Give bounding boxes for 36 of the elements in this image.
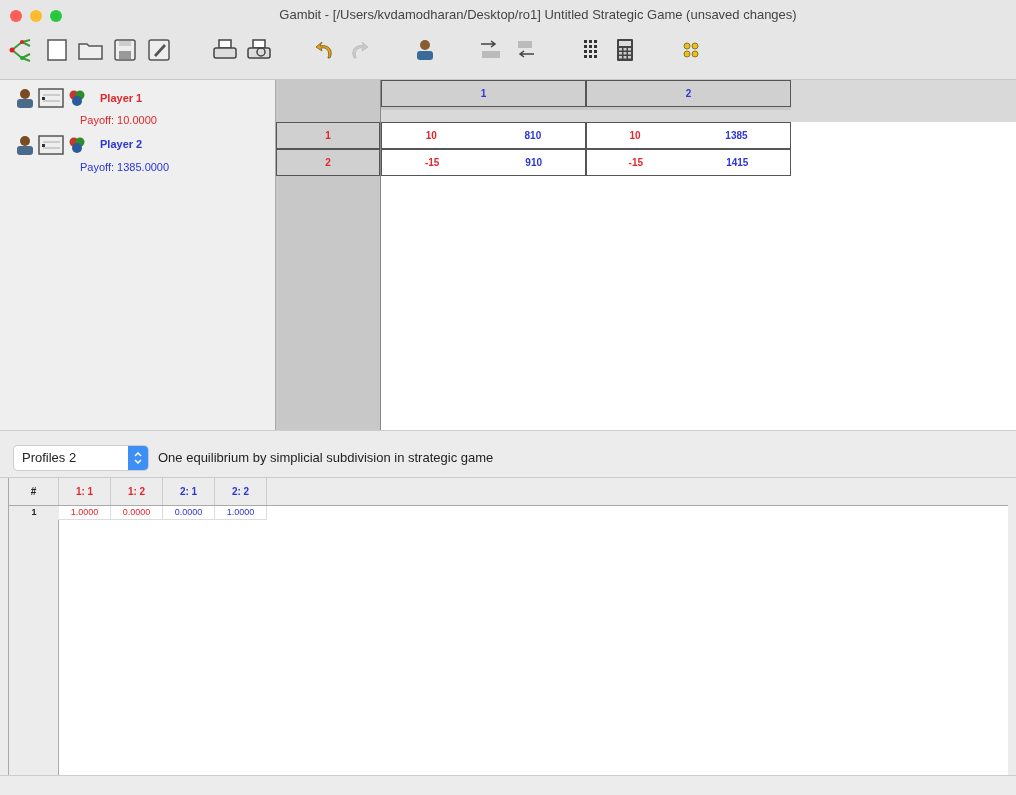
players-icon[interactable] — [68, 135, 86, 154]
player-name[interactable]: Player 1 — [100, 89, 143, 107]
row-strategy-header[interactable]: 1 — [276, 122, 380, 149]
row-number: 1 — [9, 506, 59, 520]
column-header[interactable]: 2: 1 — [163, 478, 215, 505]
column-header[interactable]: # — [9, 478, 59, 505]
row-strategy-header[interactable]: 2 — [276, 149, 380, 176]
table-cell: 0.0000 — [163, 506, 215, 520]
column-strategy-header[interactable]: 1 — [381, 80, 586, 107]
payoff-value[interactable]: 1415 — [726, 155, 749, 170]
profiles-dropdown[interactable]: Profiles 2 — [14, 445, 148, 470]
table-cell: 0.0000 — [111, 506, 163, 520]
payoff-value[interactable]: 10 — [425, 128, 437, 143]
stepper-icon — [133, 450, 143, 465]
column-header[interactable]: 1: 1 — [59, 478, 111, 505]
payoff-value[interactable]: 810 — [524, 128, 542, 143]
strategy-list-icon[interactable] — [38, 88, 64, 108]
players-icon[interactable] — [68, 89, 86, 107]
table-cell: 1.0000 — [215, 506, 267, 520]
payoff-value[interactable]: 10 — [629, 128, 641, 143]
strategy-list-icon[interactable] — [38, 134, 64, 155]
close-button[interactable] — [10, 10, 22, 22]
player-name[interactable]: Player 2 — [100, 136, 143, 153]
window-title: Gambit - [/Users/kvdamodharan/Desktop/ro1] Untitled Strategic Game (unsaved changes) — [278, 6, 797, 25]
person-icon[interactable] — [16, 88, 34, 108]
payoff-value[interactable]: 910 — [525, 155, 542, 170]
profile-description: One equilibrium by simplicial subdivision in strategic game — [158, 448, 494, 467]
player-payoff: Payoff: 10.0000 — [80, 113, 158, 128]
table-cell: 1.0000 — [59, 506, 111, 520]
payoff-value[interactable]: -15 — [424, 155, 440, 170]
payoff-value[interactable]: 1385 — [725, 128, 748, 143]
column-header[interactable]: 1: 2 — [111, 478, 163, 505]
person-icon[interactable] — [16, 134, 34, 155]
payoff-value[interactable]: -15 — [628, 155, 643, 170]
player-payoff: Payoff: 1385.0000 — [80, 159, 171, 175]
column-strategy-header[interactable]: 2 — [586, 80, 791, 107]
